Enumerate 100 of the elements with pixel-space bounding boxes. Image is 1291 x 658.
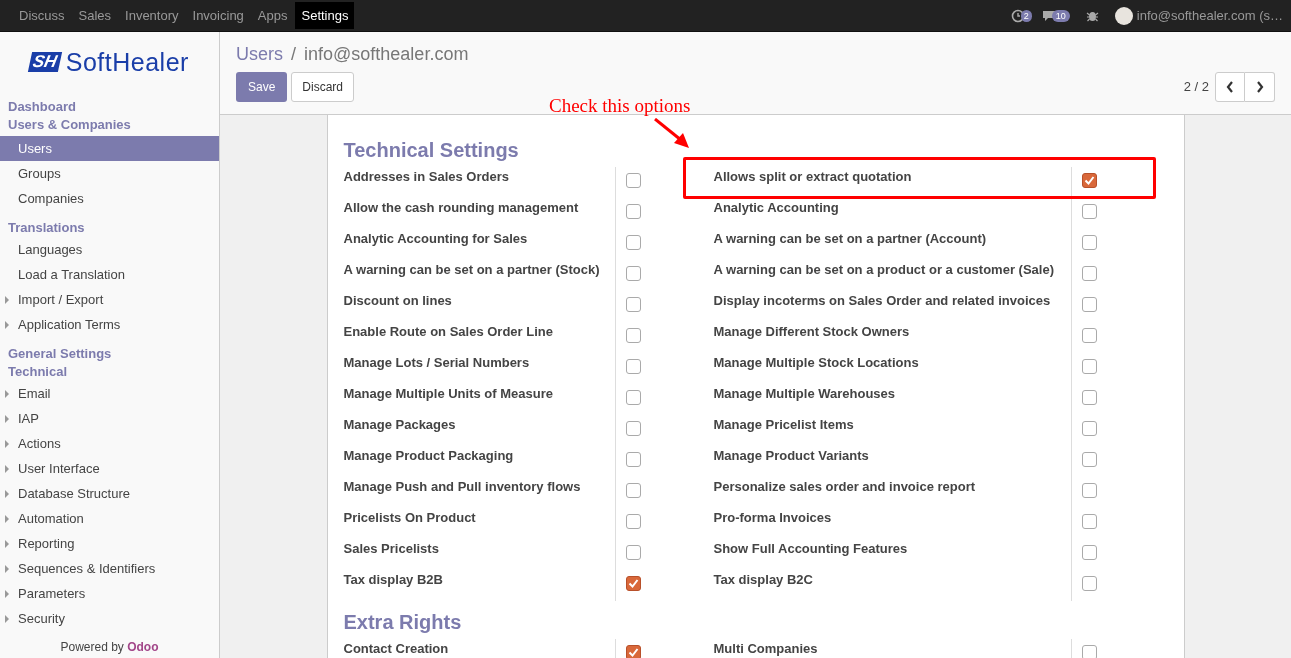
setting-label: Manage Pricelist Items bbox=[713, 417, 854, 432]
setting-label: Contact Creation bbox=[343, 641, 449, 656]
user-avatar[interactable] bbox=[1114, 6, 1133, 25]
sidebar-folder[interactable]: User Interface bbox=[0, 456, 219, 481]
setting-label: Manage Packages bbox=[343, 417, 456, 432]
checkbox[interactable] bbox=[625, 235, 641, 250]
user-menu[interactable]: info@softhealer.com (s… bbox=[1136, 5, 1283, 26]
caret-right-icon bbox=[5, 539, 10, 548]
sidebar-folder[interactable]: Security bbox=[0, 606, 219, 631]
app-menu-item[interactable]: Inventory bbox=[119, 2, 185, 29]
setting-label: Multi Companies bbox=[713, 641, 818, 656]
setting-label: A warning can be set on a product or a customer (Sale) bbox=[713, 262, 1054, 277]
checkbox[interactable] bbox=[625, 266, 641, 281]
menu-section-header[interactable]: Translations bbox=[0, 219, 219, 237]
app-menu-item[interactable]: Discuss bbox=[13, 2, 71, 29]
sidebar-item[interactable]: Languages bbox=[0, 237, 219, 262]
app-menu-item[interactable]: Apps bbox=[251, 2, 294, 29]
setting-label: Manage Different Stock Owners bbox=[713, 324, 910, 339]
logo: SH SoftHealer bbox=[0, 32, 219, 98]
checkbox[interactable] bbox=[625, 645, 641, 658]
annotation-text: Check this options bbox=[549, 95, 691, 117]
setting-label: Manage Product Variants bbox=[713, 448, 869, 463]
checkbox[interactable] bbox=[625, 576, 641, 591]
setting-label: Manage Multiple Stock Locations bbox=[713, 355, 919, 370]
checkbox[interactable] bbox=[1081, 204, 1097, 219]
sidebar-folder[interactable]: Automation bbox=[0, 506, 219, 531]
checkbox[interactable] bbox=[1081, 173, 1097, 188]
caret-right-icon bbox=[5, 589, 10, 598]
menu-section-header[interactable]: Users & Companies bbox=[0, 116, 219, 134]
checkbox[interactable] bbox=[1081, 545, 1097, 560]
setting-label: Manage Multiple Units of Measure bbox=[343, 386, 553, 401]
sidebar-folder[interactable]: Reporting bbox=[0, 531, 219, 556]
checkmark-icon bbox=[1083, 175, 1095, 186]
sidebar-folder[interactable]: IAP bbox=[0, 406, 219, 431]
checkbox[interactable] bbox=[625, 483, 641, 498]
caret-right-icon bbox=[5, 295, 10, 304]
checkbox[interactable] bbox=[1081, 390, 1097, 405]
chat-icon[interactable] bbox=[1041, 9, 1056, 22]
menu-section-header[interactable]: Technical bbox=[0, 363, 219, 381]
checkbox[interactable] bbox=[1081, 514, 1097, 529]
save-button[interactable]: Save bbox=[236, 72, 288, 102]
annotation-arrow bbox=[654, 118, 690, 150]
checkbox[interactable] bbox=[625, 390, 641, 405]
menu-section-header[interactable]: Dashboard bbox=[0, 98, 219, 116]
menu-section-header[interactable]: General Settings bbox=[0, 345, 219, 363]
sidebar-folder[interactable]: Actions bbox=[0, 431, 219, 456]
setting-label: Display incoterms on Sales Order and related invoices bbox=[713, 293, 1051, 308]
checkbox[interactable] bbox=[1081, 421, 1097, 436]
setting-label: Enable Route on Sales Order Line bbox=[343, 324, 553, 339]
setting-label: Allows split or extract quotation bbox=[713, 169, 912, 184]
setting-label: Analytic Accounting for Sales bbox=[343, 231, 528, 246]
checkbox[interactable] bbox=[625, 359, 641, 374]
setting-label: Personalize sales order and invoice report bbox=[713, 479, 976, 494]
checkbox[interactable] bbox=[1081, 266, 1097, 281]
caret-right-icon bbox=[5, 439, 10, 448]
checkbox[interactable] bbox=[1081, 235, 1097, 250]
chevron-left-icon bbox=[1226, 81, 1234, 93]
app-menu-item[interactable]: Settings bbox=[295, 2, 355, 29]
checkbox[interactable] bbox=[1081, 576, 1097, 591]
checkbox[interactable] bbox=[1081, 645, 1097, 658]
app-menu-item[interactable]: Sales bbox=[72, 2, 118, 29]
sidebar-folder[interactable]: Database Structure bbox=[0, 481, 219, 506]
setting-label: A warning can be set on a partner (Stock) bbox=[343, 262, 600, 277]
checkbox[interactable] bbox=[1081, 483, 1097, 498]
checkbox[interactable] bbox=[625, 545, 641, 560]
caret-right-icon bbox=[5, 514, 10, 523]
sidebar-item[interactable]: Users bbox=[0, 136, 219, 161]
checkbox[interactable] bbox=[625, 514, 641, 529]
sidebar-folder[interactable]: Email bbox=[0, 381, 219, 406]
clock-icon[interactable] bbox=[1010, 8, 1025, 23]
discard-button[interactable]: Discard bbox=[291, 72, 355, 102]
app-menu-item[interactable]: Invoicing bbox=[186, 2, 250, 29]
setting-label: Manage Push and Pull inventory flows bbox=[343, 479, 581, 494]
sidebar-item[interactable]: Companies bbox=[0, 186, 219, 211]
previous-button[interactable] bbox=[1215, 72, 1245, 102]
sidebar-folder[interactable]: Application Terms bbox=[0, 312, 219, 337]
checkbox[interactable] bbox=[625, 421, 641, 436]
message-badge: 10 bbox=[1051, 9, 1070, 22]
checkbox[interactable] bbox=[1081, 359, 1097, 374]
checkbox[interactable] bbox=[625, 328, 641, 343]
checkbox[interactable] bbox=[1081, 328, 1097, 343]
sidebar-folder[interactable]: Parameters bbox=[0, 581, 219, 606]
caret-right-icon bbox=[5, 320, 10, 329]
section-title: Extra Rights bbox=[343, 610, 463, 635]
bug-icon[interactable] bbox=[1085, 9, 1099, 22]
caret-right-icon bbox=[5, 614, 10, 623]
checkbox[interactable] bbox=[625, 297, 641, 312]
sidebar-item[interactable]: Load a Translation bbox=[0, 262, 219, 287]
setting-label: Sales Pricelists bbox=[343, 541, 439, 556]
sidebar-item[interactable]: Groups bbox=[0, 161, 219, 186]
sidebar-folder[interactable]: Sequences & Identifiers bbox=[0, 556, 219, 581]
checkbox[interactable] bbox=[625, 452, 641, 467]
next-button[interactable] bbox=[1245, 72, 1275, 102]
sidebar-folder[interactable]: Import / Export bbox=[0, 287, 219, 312]
checkbox[interactable] bbox=[1081, 452, 1097, 467]
breadcrumb-link[interactable]: Users bbox=[236, 42, 283, 66]
checkbox[interactable] bbox=[625, 173, 641, 188]
breadcrumb-separator: / bbox=[291, 43, 297, 66]
checkbox[interactable] bbox=[1081, 297, 1097, 312]
checkbox[interactable] bbox=[625, 204, 641, 219]
